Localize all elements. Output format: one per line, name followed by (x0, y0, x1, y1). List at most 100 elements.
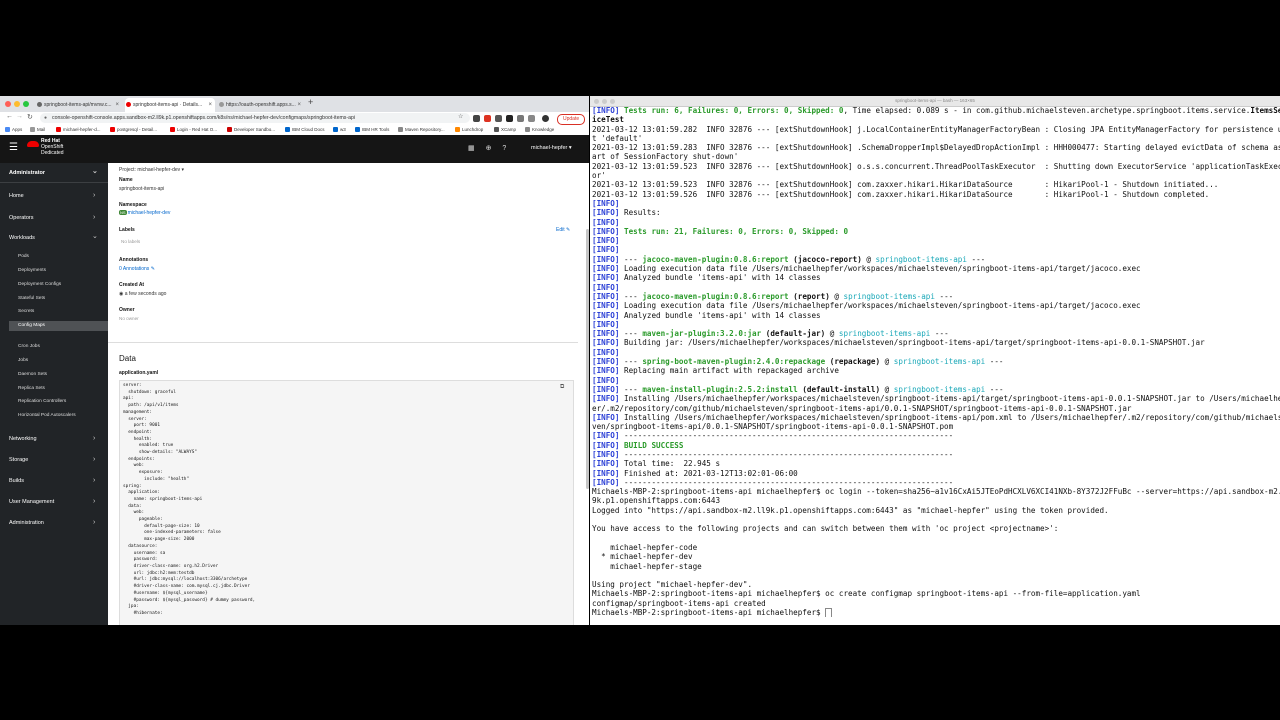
terminal-text: --- (985, 357, 1004, 367)
browser-tab-github[interactable]: springboot-items-api/mvnw.c... × (36, 98, 122, 112)
minimize-window-button[interactable] (602, 99, 607, 104)
user-menu[interactable]: michael-hepfer ▾ (531, 145, 572, 151)
maximize-window-button[interactable] (23, 101, 29, 107)
project-selector[interactable]: Project: michael-hepfer-dev ▾ (119, 167, 184, 173)
back-icon[interactable]: ← (6, 113, 13, 120)
bookmark-mail[interactable]: Mail (30, 126, 45, 134)
terminal-line: [INFO] (592, 218, 1280, 227)
maximize-window-button[interactable] (610, 99, 615, 104)
new-tab-button[interactable]: + (308, 97, 313, 107)
bookmark-icon (227, 127, 232, 133)
sidebar-item-user-management[interactable]: User Management (9, 498, 96, 505)
terminal-line: [INFO] (592, 376, 1280, 385)
bookmark[interactable]: XCamp (494, 126, 516, 134)
apps-grid-icon (5, 127, 10, 133)
sidebar-item-daemon-sets[interactable]: Daemon Sets (18, 372, 47, 377)
bookmark-apps[interactable]: Apps (5, 126, 22, 134)
close-tab-icon[interactable]: × (115, 98, 119, 112)
bookmark[interactable]: postgresql - Detail... (110, 126, 157, 134)
sidebar-item-secrets[interactable]: Secrets (18, 309, 34, 314)
minimize-window-button[interactable] (14, 101, 20, 107)
bookmark[interactable]: michael-hepfer-d... (56, 126, 101, 134)
sidebar-item-cron-jobs[interactable]: Cron Jobs (18, 344, 40, 349)
sidebar-item-replica-sets[interactable]: Replica Sets (18, 386, 45, 391)
terminal-line: [INFO] Installing /Users/michaelhepfer/w… (592, 413, 1280, 422)
puzzle-icon[interactable] (528, 115, 535, 122)
close-window-button[interactable] (594, 99, 599, 104)
url-input[interactable]: ● console-openshift-console.apps.sandbox… (40, 113, 470, 123)
sidebar-item-networking[interactable]: Networking (9, 435, 94, 442)
sidebar-item-stateful-sets[interactable]: Stateful Sets (18, 296, 45, 301)
close-window-button[interactable] (5, 101, 11, 107)
avatar[interactable] (542, 115, 549, 122)
annotations-link[interactable]: 0 Annotations ✎ (119, 266, 155, 272)
hamburger-menu-icon[interactable]: ☰ (9, 143, 18, 153)
extension-icon[interactable] (484, 115, 491, 122)
bookmark[interactable]: Maven Repository... (398, 126, 445, 134)
sidebar-item-replication-controllers[interactable]: Replication Controllers (18, 399, 66, 404)
close-tab-icon[interactable]: × (208, 98, 212, 112)
terminal-text: springboot-items-api (893, 357, 986, 367)
extension-icon[interactable] (473, 115, 480, 122)
yaml-code-block[interactable]: server: shutdown: graceful api: path: /a… (119, 380, 574, 625)
reload-icon[interactable]: ↻ (27, 113, 33, 121)
terminal-text: [INFO] (592, 236, 620, 246)
terminal-text: [INFO] (592, 366, 625, 376)
yaml-content: server: shutdown: graceful api: path: /a… (123, 383, 256, 616)
bookmark[interactable]: IBM HR Tools (355, 126, 389, 134)
sidebar-item-home[interactable]: Home (9, 192, 93, 199)
sidebar-item-storage[interactable]: Storage (9, 456, 97, 463)
extension-icon[interactable] (495, 115, 502, 122)
terminal-output[interactable]: [INFO] Tests run: 6, Failures: 0, Errors… (592, 106, 1280, 625)
app-launcher-icon[interactable]: ▦ (468, 145, 475, 152)
globe-icon: ◉ (119, 291, 124, 297)
sidebar-item-deployment-configs[interactable]: Deployment Configs (18, 282, 61, 287)
terminal-text: Michaels-MBP-2:springboot-items-api mich… (592, 487, 1280, 497)
terminal-line: [INFO] Finished at: 2021-03-12T13:02:01-… (592, 469, 1280, 478)
update-button[interactable]: Update (557, 114, 586, 125)
sidebar-item-workloads[interactable]: Workloads (9, 232, 98, 241)
terminal-text: 9k.p1.openshiftapps.com:6443 (592, 496, 721, 506)
terminal-text: [INFO] (592, 273, 625, 283)
sidebar-item-pods[interactable]: Pods (18, 254, 29, 259)
terminal-line: [INFO] ---------------------------------… (592, 450, 1280, 459)
sidebar-item-builds[interactable]: Builds (9, 477, 95, 484)
bookmark[interactable]: w3 (333, 126, 346, 134)
sidebar-item-deployments[interactable]: Deployments (18, 268, 46, 273)
sidebar-item-administration[interactable]: Administration (9, 519, 95, 526)
terminal-text: jacoco-maven-plugin:0.8.6:report (642, 291, 789, 301)
help-icon[interactable]: ? (502, 145, 506, 152)
terminal-line: [INFO] (592, 320, 1280, 329)
terminal-text: [INFO] (592, 198, 620, 208)
terminal-text: Results: (624, 208, 661, 218)
bookmark[interactable]: Knowledge (525, 126, 554, 134)
forward-icon[interactable]: → (16, 113, 23, 120)
terminal-text: ----------------------------------------… (624, 477, 954, 487)
terminal-line: Using project "michael-hepfer-dev". (592, 580, 1280, 589)
bookmark[interactable]: Lunchdrop (455, 126, 483, 134)
bookmark[interactable]: Developer Sandbo... (227, 126, 275, 134)
sidebar-item-config-maps[interactable]: Config Maps (9, 321, 108, 331)
bookmark-icon (170, 127, 175, 133)
sidebar-item-operators[interactable]: Operators (9, 214, 97, 221)
extension-icon[interactable] (506, 115, 513, 122)
mail-icon (30, 127, 35, 133)
sidebar-item-horizontal-pod-autoscalers[interactable]: Horizontal Pod Autoscalers (18, 413, 76, 418)
browser-tab-oauth[interactable]: https://oauth-openshift.apps.s... × (218, 98, 304, 112)
terminal-line: [INFO] --- maven-jar-plugin:3.2.0:jar (d… (592, 329, 1280, 338)
bookmark[interactable]: IBM Cloud Docs (285, 126, 325, 134)
sidebar-item-jobs[interactable]: Jobs (18, 358, 28, 363)
edit-labels-button[interactable]: Edit ✎ (556, 227, 570, 233)
browser-tab-console[interactable]: springboot-items-api · Details... × (125, 98, 215, 112)
scrollbar[interactable] (586, 229, 589, 489)
star-icon[interactable]: ☆ (458, 113, 463, 120)
sidebar-divider (0, 182, 108, 183)
perspective-switcher[interactable]: Administrator (9, 167, 98, 176)
add-icon[interactable]: ⊕ (486, 145, 492, 152)
extension-icon[interactable] (517, 115, 524, 122)
namespace-link[interactable]: NS michael-hepfer-dev (119, 210, 170, 216)
bookmark[interactable]: Login - Red Hat O... (170, 126, 217, 134)
terminal-text: [INFO] (592, 384, 625, 394)
copy-icon[interactable]: ⧉ (560, 384, 564, 391)
close-tab-icon[interactable]: × (297, 98, 301, 112)
